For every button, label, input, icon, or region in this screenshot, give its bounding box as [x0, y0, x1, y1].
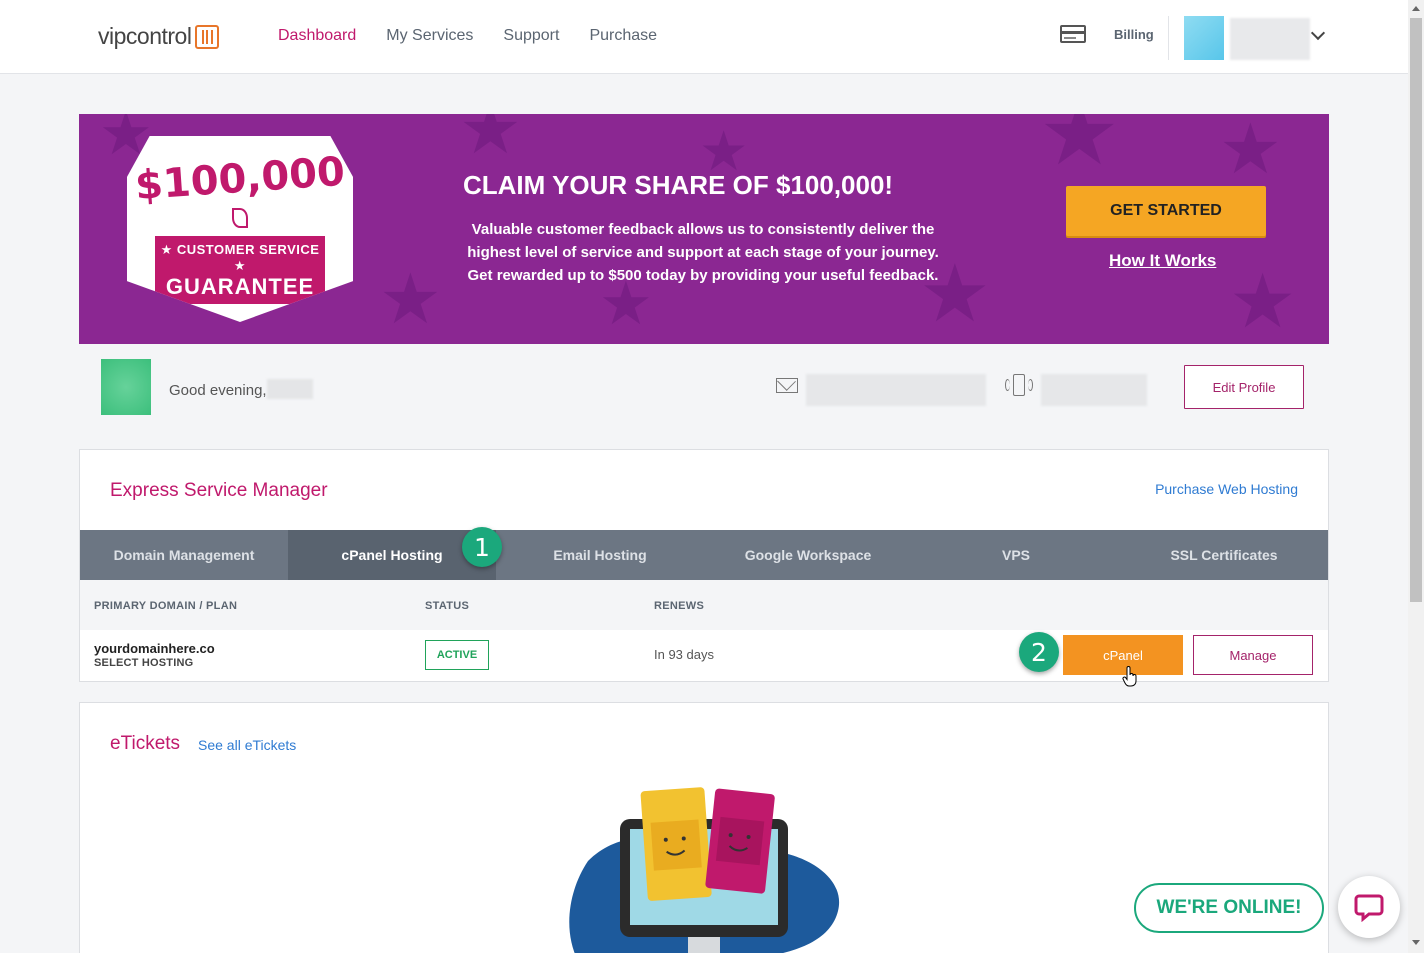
guarantee-badge: $100,000 ★ CUSTOMER SERVICE ★ GUARANTEE: [127, 136, 353, 322]
scrollbar-thumb[interactable]: [1410, 18, 1422, 602]
step-marker-1: 1: [462, 527, 502, 567]
tab-vps[interactable]: VPS: [912, 530, 1120, 580]
scroll-down-arrow-icon[interactable]: [1412, 940, 1420, 945]
page-scrollbar[interactable]: [1408, 0, 1424, 953]
plan-name: SELECT HOSTING: [94, 657, 194, 669]
badge-amount: $100,000: [133, 148, 347, 210]
badge-guarantee: GUARANTEE: [165, 274, 315, 299]
purchase-web-hosting-link[interactable]: Purchase Web Hosting: [1155, 481, 1298, 497]
column-header: PRIMARY DOMAIN / PLAN: [94, 600, 238, 612]
tab-google-workspace[interactable]: Google Workspace: [704, 530, 912, 580]
tab-domain-management[interactable]: Domain Management: [80, 530, 288, 580]
phone-vibrate-icon: [1005, 374, 1033, 396]
how-it-works-link[interactable]: How It Works: [1109, 251, 1216, 271]
see-all-etickets-link[interactable]: See all eTickets: [198, 737, 296, 753]
billing-link[interactable]: Billing: [1060, 25, 1154, 43]
service-tabs: Domain Management cPanel Hosting Email H…: [80, 530, 1328, 588]
sliders-icon: [195, 24, 220, 49]
chat-launcher-button[interactable]: [1338, 876, 1400, 938]
column-header: STATUS: [425, 600, 470, 612]
star-decoration: ★: [459, 114, 522, 168]
nav-my-services[interactable]: My Services: [386, 27, 473, 45]
tickets-illustration: [569, 787, 840, 953]
badge-customer-service: ★ CUSTOMER SERVICE ★: [160, 242, 320, 273]
nav-dashboard[interactable]: Dashboard: [278, 27, 356, 45]
nav-purchase[interactable]: Purchase: [589, 27, 657, 45]
billing-label: Billing: [1114, 26, 1154, 42]
etickets-title: eTickets: [110, 733, 181, 754]
greeting-name-redacted: [266, 379, 313, 399]
nav-support[interactable]: Support: [503, 27, 559, 45]
star-decoration: ★: [1219, 114, 1282, 188]
tab-ssl-certificates[interactable]: SSL Certificates: [1120, 530, 1328, 580]
greeting: Good evening,: [169, 379, 313, 399]
chevron-down-icon[interactable]: [1310, 25, 1326, 41]
vipcontrol-logo[interactable]: vipcontrol: [98, 23, 220, 50]
chat-bubble-icon: [1354, 894, 1384, 922]
status-badge: ACTIVE: [425, 640, 489, 670]
profile-avatar: [101, 359, 151, 415]
credit-card-icon: [1060, 25, 1086, 43]
get-started-button[interactable]: GET STARTED: [1066, 186, 1266, 236]
esm-title: Express Service Manager: [110, 480, 328, 501]
badge-band: ★ CUSTOMER SERVICE ★ GUARANTEE: [155, 236, 325, 304]
manage-button[interactable]: Manage: [1193, 635, 1313, 675]
logo-text: vipcontrol: [98, 23, 192, 49]
express-service-manager: Express Service Manager Purchase Web Hos…: [79, 449, 1329, 682]
banner-title: CLAIM YOUR SHARE OF $100,000!: [463, 170, 894, 200]
feather-icon: [232, 208, 248, 228]
user-name-redacted[interactable]: [1230, 18, 1310, 60]
renews-text: In 93 days: [654, 647, 714, 662]
column-header: RENEWS: [654, 600, 705, 612]
step-marker-2: 2: [1019, 632, 1059, 672]
table-header: PRIMARY DOMAIN / PLAN STATUS RENEWS: [80, 580, 1328, 630]
email-redacted: [806, 374, 986, 406]
banner-text: Valuable customer feedback allows us to …: [467, 221, 939, 284]
table-row: yourdomainhere.co SELECT HOSTING ACTIVE …: [80, 630, 1328, 680]
online-chat-badge[interactable]: WE'RE ONLINE!: [1134, 883, 1324, 933]
user-avatar[interactable]: [1184, 16, 1224, 60]
domain-name: yourdomainhere.co: [94, 641, 215, 656]
main-nav: Dashboard My Services Support Purchase: [278, 27, 657, 45]
greeting-text: Good evening,: [169, 382, 267, 399]
header-divider: [1168, 16, 1169, 60]
scroll-up-arrow-icon[interactable]: [1412, 6, 1420, 11]
envelope-icon: [776, 378, 798, 393]
profile-strip: Good evening, Edit Profile: [79, 344, 1329, 429]
star-decoration: ★: [1039, 114, 1120, 184]
promo-banner: ★ ★ ★ ★ ★ ★ ★ ★ ★ $100,000 ★ CUSTOMER SE…: [79, 114, 1329, 344]
edit-profile-button[interactable]: Edit Profile: [1184, 365, 1304, 409]
star-decoration: ★: [1229, 259, 1297, 343]
hand-cursor-icon: [1122, 666, 1137, 687]
tab-email-hosting[interactable]: Email Hosting: [496, 530, 704, 580]
phone-redacted: [1041, 374, 1147, 406]
star-decoration: ★: [379, 260, 442, 338]
top-navigation-bar: vipcontrol Dashboard My Services Support…: [0, 0, 1408, 74]
